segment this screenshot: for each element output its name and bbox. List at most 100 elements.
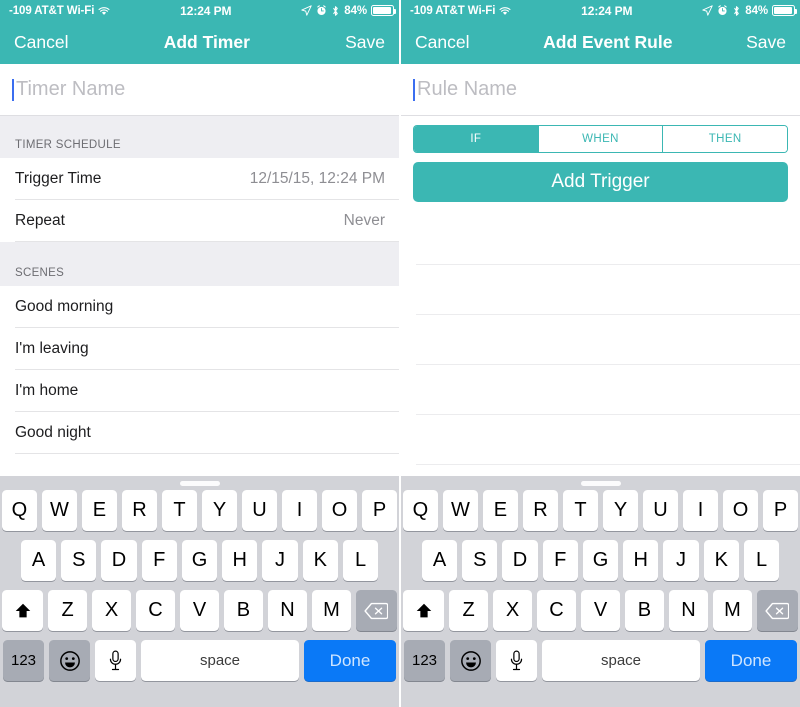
backspace-delete-icon[interactable]: [355, 590, 397, 631]
navigation-bar: Cancel Add Timer Save: [0, 21, 399, 64]
key-w[interactable]: W: [443, 490, 478, 531]
key-c[interactable]: C: [537, 590, 576, 631]
timer-name-field[interactable]: Timer Name: [0, 64, 399, 116]
save-button[interactable]: Save: [746, 32, 786, 53]
key-s[interactable]: S: [462, 540, 498, 581]
key-o[interactable]: O: [322, 490, 357, 531]
done-key[interactable]: Done: [304, 640, 396, 681]
key-m[interactable]: M: [713, 590, 752, 631]
bluetooth-icon: [732, 5, 741, 17]
key-b[interactable]: B: [224, 590, 263, 631]
empty-list-row[interactable]: [401, 415, 800, 465]
key-v[interactable]: V: [180, 590, 219, 631]
location-arrow-icon: [702, 5, 713, 16]
key-g[interactable]: G: [582, 540, 619, 581]
key-i[interactable]: I: [683, 490, 718, 531]
key-s[interactable]: S: [61, 540, 97, 581]
key-r[interactable]: R: [523, 490, 558, 531]
key-x[interactable]: X: [92, 590, 131, 631]
shift-up-arrow-icon[interactable]: [2, 590, 44, 631]
key-f[interactable]: F: [141, 540, 177, 581]
rule-name-field[interactable]: Rule Name: [401, 64, 800, 116]
key-v[interactable]: V: [581, 590, 620, 631]
key-p[interactable]: P: [362, 490, 397, 531]
numbers-key[interactable]: 123: [404, 640, 445, 681]
row-scene-im-home[interactable]: I'm home: [0, 370, 399, 412]
tab-then[interactable]: THEN: [663, 126, 787, 152]
key-p[interactable]: P: [763, 490, 798, 531]
key-e[interactable]: E: [483, 490, 518, 531]
keyboard-row-3: Z X C V B N M: [0, 590, 399, 631]
key-n[interactable]: N: [268, 590, 307, 631]
key-l[interactable]: L: [743, 540, 780, 581]
space-key[interactable]: space: [542, 640, 700, 681]
key-t[interactable]: T: [162, 490, 197, 531]
microphone-icon[interactable]: [95, 640, 136, 681]
navigation-bar: Cancel Add Event Rule Save: [401, 21, 800, 64]
tab-when[interactable]: WHEN: [538, 126, 664, 152]
key-z[interactable]: Z: [48, 590, 87, 631]
row-scene-im-leaving[interactable]: I'm leaving: [0, 328, 399, 370]
key-i[interactable]: I: [282, 490, 317, 531]
key-d[interactable]: D: [101, 540, 137, 581]
cancel-button[interactable]: Cancel: [415, 32, 469, 53]
key-g[interactable]: G: [181, 540, 218, 581]
key-y[interactable]: Y: [603, 490, 638, 531]
key-j[interactable]: J: [262, 540, 298, 581]
key-a[interactable]: A: [421, 540, 458, 581]
battery-icon: [371, 5, 397, 16]
status-bar-right: 84%: [702, 5, 798, 17]
smiley-face-icon[interactable]: [49, 640, 90, 681]
add-trigger-button[interactable]: Add Trigger: [413, 162, 788, 202]
key-x[interactable]: X: [493, 590, 532, 631]
cancel-button[interactable]: Cancel: [14, 32, 68, 53]
key-e[interactable]: E: [82, 490, 117, 531]
status-bar-left: -109 AT&T Wi-Fi: [410, 5, 511, 17]
key-u[interactable]: U: [643, 490, 678, 531]
key-o[interactable]: O: [723, 490, 758, 531]
status-bar: -109 AT&T Wi-Fi 12:24 PM 84%: [401, 0, 800, 21]
key-h[interactable]: H: [222, 540, 258, 581]
bluetooth-icon: [331, 5, 340, 17]
key-b[interactable]: B: [625, 590, 664, 631]
empty-list-row[interactable]: [401, 215, 800, 265]
key-m[interactable]: M: [312, 590, 351, 631]
key-j[interactable]: J: [663, 540, 699, 581]
microphone-icon[interactable]: [496, 640, 537, 681]
save-button[interactable]: Save: [345, 32, 385, 53]
row-trigger-time[interactable]: Trigger Time 12/15/15, 12:24 PM: [0, 158, 399, 200]
key-c[interactable]: C: [136, 590, 175, 631]
key-l[interactable]: L: [342, 540, 379, 581]
key-k[interactable]: K: [302, 540, 338, 581]
key-h[interactable]: H: [623, 540, 659, 581]
done-key[interactable]: Done: [705, 640, 797, 681]
smiley-face-icon[interactable]: [450, 640, 491, 681]
key-t[interactable]: T: [563, 490, 598, 531]
backspace-delete-icon[interactable]: [756, 590, 798, 631]
key-r[interactable]: R: [122, 490, 157, 531]
tab-if[interactable]: IF: [414, 126, 539, 152]
key-z[interactable]: Z: [449, 590, 488, 631]
keyboard-row-4: 123 space Done: [401, 640, 800, 681]
empty-list-row[interactable]: [401, 365, 800, 415]
key-q[interactable]: Q: [2, 490, 37, 531]
key-u[interactable]: U: [242, 490, 277, 531]
key-y[interactable]: Y: [202, 490, 237, 531]
key-n[interactable]: N: [669, 590, 708, 631]
empty-list-row[interactable]: [401, 315, 800, 365]
key-k[interactable]: K: [703, 540, 739, 581]
numbers-key[interactable]: 123: [3, 640, 44, 681]
key-q[interactable]: Q: [403, 490, 438, 531]
key-w[interactable]: W: [42, 490, 77, 531]
key-f[interactable]: F: [542, 540, 578, 581]
keyboard-drag-handle[interactable]: [179, 481, 220, 486]
key-d[interactable]: D: [502, 540, 538, 581]
empty-list-row[interactable]: [401, 265, 800, 315]
shift-up-arrow-icon[interactable]: [403, 590, 445, 631]
keyboard-drag-handle[interactable]: [580, 481, 621, 486]
space-key[interactable]: space: [141, 640, 299, 681]
key-a[interactable]: A: [20, 540, 57, 581]
row-scene-good-morning[interactable]: Good morning: [0, 286, 399, 328]
row-repeat[interactable]: Repeat Never: [0, 200, 399, 242]
row-scene-good-night[interactable]: Good night: [0, 412, 399, 454]
